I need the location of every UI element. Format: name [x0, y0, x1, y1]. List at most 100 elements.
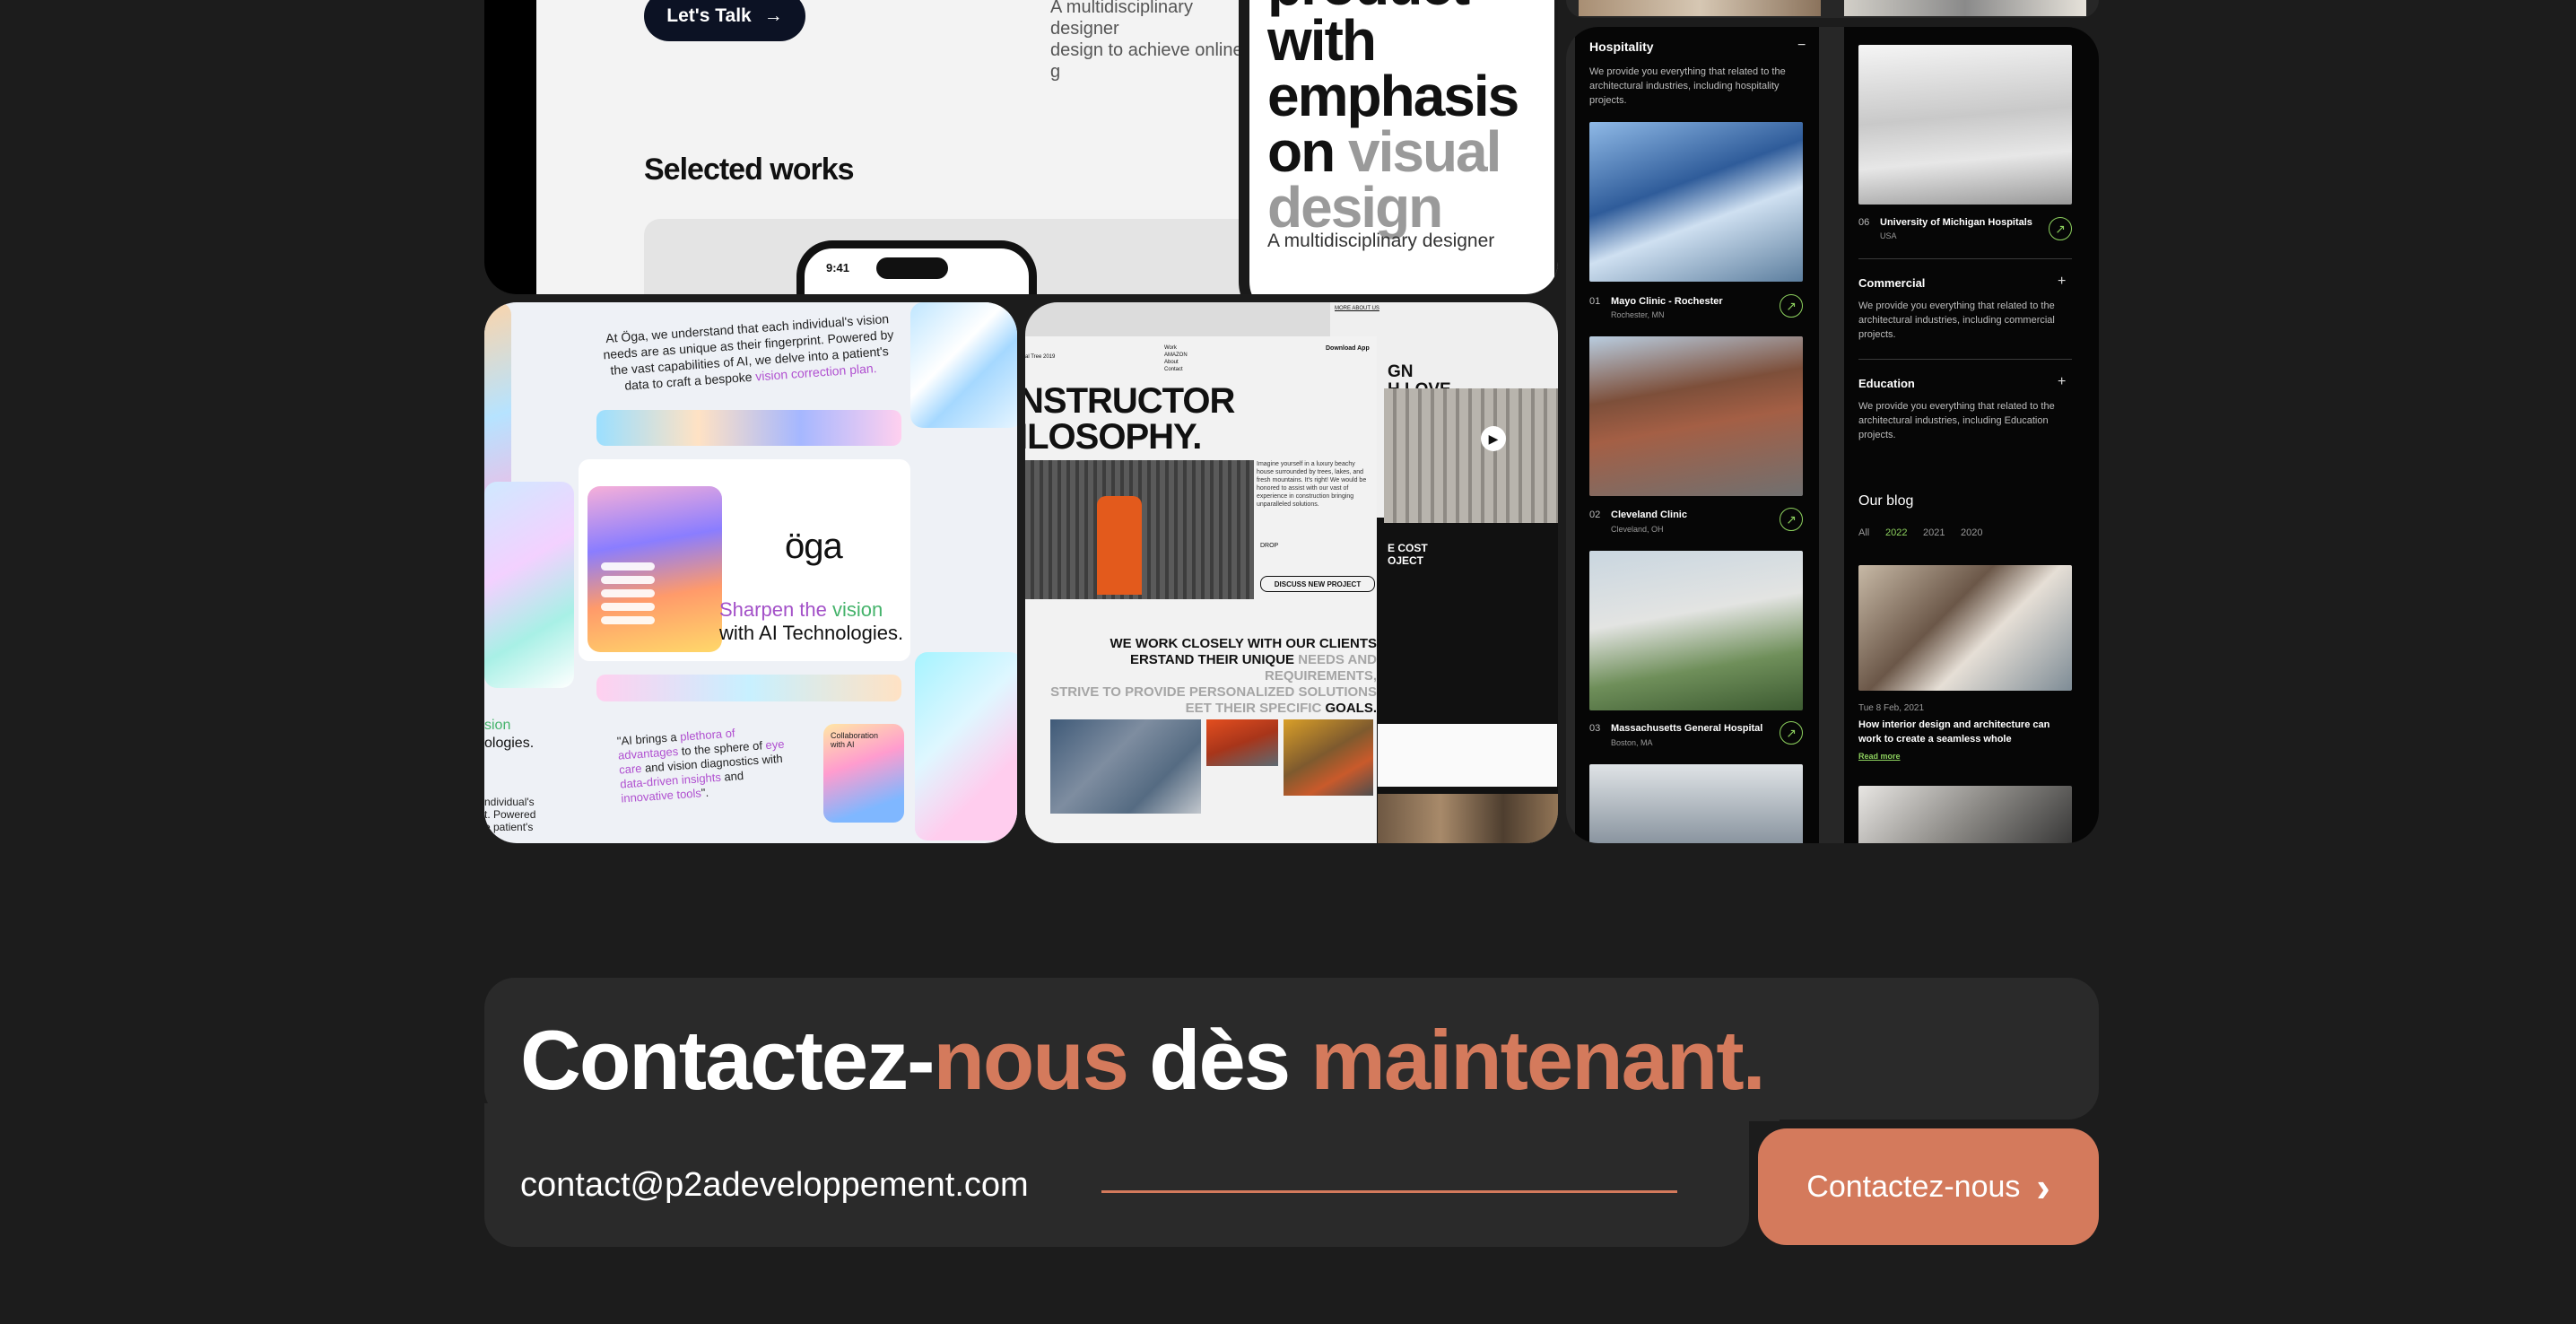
category-hospitality: Hospitality: [1589, 39, 1654, 54]
hospital-column-right: 06 University of Michigan Hospitals USA …: [1844, 27, 2099, 843]
arrow-up-right-icon: ↗: [1780, 294, 1803, 318]
gradient-panel: [484, 482, 574, 688]
text-run-grey: EET THEIR SPECIFIC: [1185, 701, 1326, 716]
category-description: We provide you everything that related t…: [1858, 301, 2055, 340]
phone-mockup-small: 9:41: [796, 240, 1037, 294]
blog-tab-2021: 2021: [1923, 527, 1945, 538]
chevron-right-icon: ›: [2036, 1163, 2050, 1210]
item-name: University of Michigan Hospitals: [1880, 217, 2032, 228]
contact-button[interactable]: Contactez-nous ›: [1758, 1128, 2099, 1245]
text-run: data to craft: [623, 373, 692, 393]
gradient-band: [596, 675, 901, 701]
collaboration-card: Collaboration with AI: [823, 724, 904, 823]
oga-quote: "AI brings a plethora of advantages to t…: [616, 722, 791, 806]
oga-logo: öga: [785, 527, 843, 566]
arrow-up-right-icon: ↗: [1780, 508, 1803, 531]
oga-side-heading: sion ologies.: [484, 717, 534, 753]
constructor-paragraph: Imagine yourself in a luxury beachy hous…: [1257, 461, 1367, 508]
download-app-link: Download App: [1326, 345, 1370, 352]
lets-talk-label: Let's Talk: [666, 5, 752, 26]
cost-heading: E COST OJECT: [1388, 542, 1428, 567]
hospital-image-massachusetts: [1589, 551, 1803, 710]
text-run: ologies.: [484, 736, 535, 751]
phone-time: 9:41: [826, 261, 850, 274]
play-icon: ▶: [1481, 426, 1506, 451]
hospital-image-cleveland: [1589, 336, 1803, 496]
gradient-panel: [915, 652, 1017, 841]
tagline-run: with AI Technologies.: [719, 622, 904, 644]
portfolio-description: A multidisciplinary designer design to a…: [1050, 0, 1243, 82]
blog-tab-2022: 2022: [1885, 527, 1908, 538]
category-education: Education: [1858, 377, 1915, 390]
gradient-panel: [910, 302, 1017, 428]
project-card-oga[interactable]: At Öga, we understand that each individu…: [484, 302, 1017, 843]
item-number: 02: [1589, 510, 1601, 520]
item-name: Massachusetts General Hospital: [1611, 723, 1763, 734]
text-run: unique: [678, 339, 718, 357]
gradient-band: [596, 410, 901, 446]
phone-headline: product with emphasis on visual design: [1267, 0, 1519, 236]
discuss-label: DISCUSS NEW PROJECT: [1274, 579, 1362, 588]
text-run: needs: [602, 344, 639, 362]
read-more-link: Read more: [1858, 752, 1901, 761]
project-card-hospitals[interactable]: Hospitality − We provide you everything …: [1566, 27, 2099, 843]
phone-subtext: A multidisciplinary designer: [1267, 231, 1495, 251]
discuss-project-button: DISCUSS NEW PROJECT: [1260, 576, 1375, 592]
project-card-constructor[interactable]: GN H LOVE MORE ABOUT US ▶ E COST OJECT a…: [1025, 302, 1558, 843]
divider: [1858, 359, 2072, 360]
ui-pill: [601, 576, 655, 584]
text-run: sion: [484, 718, 511, 733]
worker-figure: [1097, 496, 1142, 595]
worker-image: [1025, 460, 1254, 599]
item-location: USA: [1880, 231, 1897, 240]
drop-label: DROP: [1260, 543, 1279, 549]
page-tag: al Tree 2019: [1025, 354, 1056, 360]
category-description: We provide you everything that related t…: [1858, 401, 2055, 440]
arrow-up-right-icon: ↗: [1780, 721, 1803, 745]
selected-works-heading: Selected works: [644, 152, 855, 187]
text-run: a patient's: [828, 344, 890, 362]
headline-run-accent: maintenant.: [1310, 1013, 1766, 1107]
text-run: ERSTAND THEIR UNIQUE: [1129, 652, 1299, 667]
headline-run: Contactez-: [520, 1013, 935, 1107]
tagline-run: Sharpen the: [719, 598, 832, 621]
lets-talk-button: Let's Talk →: [644, 0, 805, 41]
text-run: ".: [701, 785, 709, 800]
text-run: are as: [636, 342, 680, 360]
boots-image: [1378, 794, 1558, 843]
item-number: 03: [1589, 723, 1601, 734]
oga-side-text: ndividual's t. Powered e patient's: [484, 796, 536, 833]
blog-tab-2020: 2020: [1961, 527, 1983, 538]
ui-pill: [601, 616, 655, 624]
hospital-image-michigan: [1858, 45, 2072, 205]
arrow-right-icon: →: [763, 5, 783, 26]
constructor-page: al Tree 2019 Work AMAZON About Contact D…: [1025, 336, 1377, 843]
ui-pill: [601, 603, 655, 611]
text-run: a bespoke: [690, 369, 756, 388]
hospital-image-mayo: [1589, 122, 1803, 282]
blog-heading: Our blog: [1858, 493, 1914, 509]
contact-button-label: Contactez-nous: [1806, 1169, 2021, 1204]
sliver-image: [1844, 0, 2086, 16]
more-about-link: MORE ABOUT US: [1335, 306, 1379, 311]
headline-run: dès: [1127, 1013, 1311, 1107]
arrow-up-right-icon: ↗: [2049, 217, 2072, 240]
project-card-sliver[interactable]: [1566, 0, 2099, 18]
ui-pill: [601, 589, 655, 597]
item-name: Cleveland Clinic: [1611, 510, 1687, 520]
hospital-column-left: Hospitality − We provide you everything …: [1575, 27, 1819, 843]
phone-mockup-large: product with emphasis on visual design A…: [1239, 0, 1558, 294]
category-description: We provide you everything that related t…: [1589, 66, 1786, 106]
item-number: 01: [1589, 296, 1601, 307]
page-nav: Work AMAZON About Contact: [1164, 345, 1188, 372]
contact-headline: Contactez-nous dès maintenant.: [520, 1012, 1766, 1109]
oga-intro-text: At Öga, we understand that each individu…: [599, 310, 899, 396]
collapse-icon: −: [1797, 38, 1806, 53]
blog-post-title: How interior design and architecture can…: [1858, 719, 2050, 745]
helmet-photo: [1206, 719, 1278, 766]
blog-image-next: [1858, 786, 2072, 843]
project-card-portfolio[interactable]: Let's Talk → A multidisciplinary designe…: [484, 0, 1558, 294]
collaboration-label: Collaboration with AI: [831, 731, 879, 749]
contact-email-link[interactable]: contact@p2adeveloppement.com: [520, 1166, 1029, 1205]
category-commercial: Commercial: [1858, 276, 1926, 290]
